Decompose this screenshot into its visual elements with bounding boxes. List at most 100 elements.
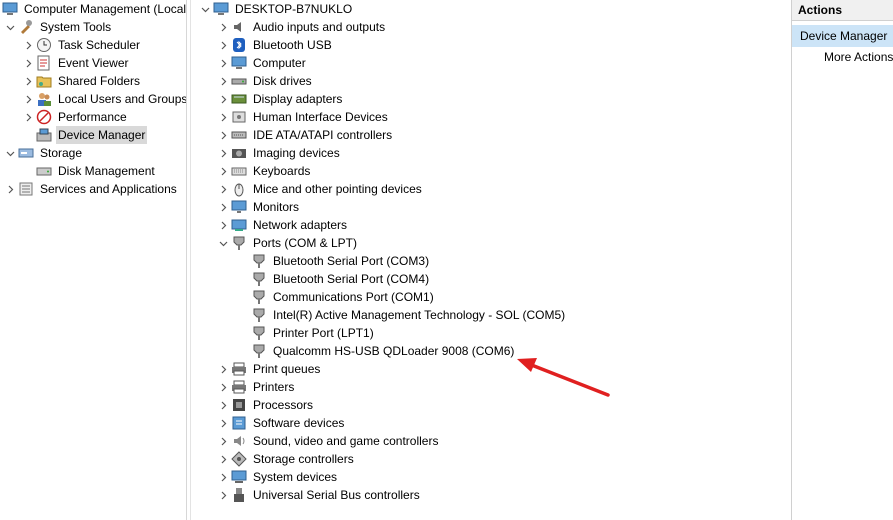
category-ports-com-lpt[interactable]: Ports (COM & LPT) [217, 234, 359, 252]
tree-item-disk-management[interactable]: Disk Management [36, 162, 157, 180]
ide-icon [231, 131, 247, 139]
printer-icon [232, 362, 246, 376]
chevron-right-icon[interactable] [217, 162, 229, 180]
category-audio-inputs-and-outputs[interactable]: Audio inputs and outputs [217, 18, 387, 36]
performance-icon [36, 109, 52, 125]
chevron-down-icon[interactable] [4, 144, 16, 162]
chevron-right-icon[interactable] [217, 144, 229, 162]
port-item[interactable]: Qualcomm HS-USB QDLoader 9008 (COM6) [251, 342, 516, 360]
category-human-interface-devices[interactable]: Human Interface Devices [217, 108, 390, 126]
tree-label: Storage controllers [253, 452, 354, 466]
chevron-right-icon[interactable] [217, 108, 229, 126]
chevron-right-icon[interactable] [217, 414, 229, 432]
category-print-queues[interactable]: Print queues [217, 360, 322, 378]
chevron-right-icon[interactable] [217, 360, 229, 378]
chevron-right-icon[interactable] [217, 180, 229, 198]
port-item[interactable]: Intel(R) Active Management Technology - … [251, 306, 567, 324]
tree-item-computer-management[interactable]: Computer Management (Local [2, 0, 187, 18]
tree-item-storage[interactable]: Storage [4, 144, 84, 162]
port-item[interactable]: Bluetooth Serial Port (COM4) [251, 270, 431, 288]
chevron-right-icon[interactable] [217, 126, 229, 144]
port-item[interactable]: Communications Port (COM1) [251, 288, 436, 306]
chevron-down-icon[interactable] [199, 0, 211, 18]
category-computer[interactable]: Computer [217, 54, 308, 72]
tree-item-event-viewer[interactable]: Event Viewer [22, 54, 130, 72]
chevron-right-icon[interactable] [217, 18, 229, 36]
chevron-right-icon[interactable] [217, 198, 229, 216]
keyboard-icon [231, 167, 247, 176]
chevron-right-icon[interactable] [22, 54, 34, 72]
chevron-right-icon[interactable] [217, 54, 229, 72]
category-display-adapters[interactable]: Display adapters [217, 90, 344, 108]
port-item[interactable]: Bluetooth Serial Port (COM3) [251, 252, 431, 270]
chevron-right-icon[interactable] [22, 108, 34, 126]
category-processors[interactable]: Processors [217, 396, 315, 414]
tree-label: Processors [253, 398, 314, 412]
network-icon [231, 219, 247, 231]
tree-item-services-apps[interactable]: Services and Applications [4, 180, 179, 198]
more-actions-link[interactable]: More Actions [792, 47, 893, 67]
chevron-down-icon[interactable] [217, 234, 229, 252]
chevron-right-icon[interactable] [217, 36, 229, 54]
chevron-right-icon[interactable] [217, 216, 229, 234]
category-universal-serial-bus-controllers[interactable]: Universal Serial Bus controllers [217, 486, 422, 504]
computer-icon [231, 56, 247, 69]
category-system-devices[interactable]: System devices [217, 468, 339, 486]
port-item[interactable]: Printer Port (LPT1) [251, 324, 376, 342]
tree-item-performance[interactable]: Performance [22, 108, 129, 126]
tree-label: Computer Management (Local [24, 2, 187, 16]
usb-icon [234, 488, 244, 502]
category-ide-ata-atapi-controllers[interactable]: IDE ATA/ATAPI controllers [217, 126, 394, 144]
processor-icon [233, 399, 245, 411]
tree-item-system-tools[interactable]: System Tools [4, 18, 113, 36]
category-disk-drives[interactable]: Disk drives [217, 72, 314, 90]
chevron-right-icon[interactable] [4, 180, 16, 198]
display-icon [231, 94, 247, 104]
category-software-devices[interactable]: Software devices [217, 414, 346, 432]
chevron-right-icon[interactable] [22, 36, 34, 54]
chevron-right-icon[interactable] [217, 90, 229, 108]
category-storage-controllers[interactable]: Storage controllers [217, 450, 356, 468]
tree-label: Storage [40, 146, 83, 160]
chevron-right-icon[interactable] [217, 72, 229, 90]
category-monitors[interactable]: Monitors [217, 198, 301, 216]
storage-icon [231, 451, 247, 467]
tree-item-desktop[interactable]: DESKTOP-B7NUKLO [199, 0, 354, 18]
category-bluetooth-usb[interactable]: Bluetooth USB [217, 36, 334, 54]
port-icon [253, 272, 265, 286]
tree-label: Display adapters [253, 92, 343, 106]
category-keyboards[interactable]: Keyboards [217, 162, 312, 180]
actions-section-device-manager[interactable]: Device Manager [792, 25, 893, 47]
tree-label: Bluetooth Serial Port (COM4) [273, 272, 430, 286]
tree-label: Sound, video and game controllers [253, 434, 439, 448]
port-icon [253, 326, 265, 340]
category-mice-and-other-pointing-devices[interactable]: Mice and other pointing devices [217, 180, 424, 198]
tree-label: Performance [58, 110, 127, 124]
category-network-adapters[interactable]: Network adapters [217, 216, 349, 234]
tree-item-local-users[interactable]: Local Users and Groups [22, 90, 186, 108]
category-sound-video-and-game-controllers[interactable]: Sound, video and game controllers [217, 432, 440, 450]
tree-label: Bluetooth USB [253, 38, 332, 52]
computer-management-icon [2, 2, 18, 15]
category-imaging-devices[interactable]: Imaging devices [217, 144, 342, 162]
tree-label: Printers [253, 380, 295, 394]
tree-label: Print queues [253, 362, 321, 376]
category-printers[interactable]: Printers [217, 378, 296, 396]
tree-label: System Tools [40, 20, 112, 34]
actions-pane: Actions Device Manager More Actions [791, 0, 893, 520]
tree-item-task-scheduler[interactable]: Task Scheduler [22, 36, 142, 54]
chevron-right-icon[interactable] [217, 486, 229, 504]
chevron-right-icon[interactable] [217, 378, 229, 396]
tree-item-device-manager[interactable]: Device Manager [36, 126, 148, 144]
chevron-down-icon[interactable] [4, 18, 16, 36]
tree-label: Mice and other pointing devices [253, 182, 422, 196]
chevron-right-icon[interactable] [217, 468, 229, 486]
tree-label: Network adapters [253, 218, 348, 232]
chevron-right-icon[interactable] [217, 432, 229, 450]
tree-item-shared-folders[interactable]: Shared Folders [22, 72, 142, 90]
chevron-right-icon[interactable] [217, 396, 229, 414]
event-viewer-icon [37, 55, 50, 71]
chevron-right-icon[interactable] [22, 90, 34, 108]
chevron-right-icon[interactable] [217, 450, 229, 468]
chevron-right-icon[interactable] [22, 72, 34, 90]
